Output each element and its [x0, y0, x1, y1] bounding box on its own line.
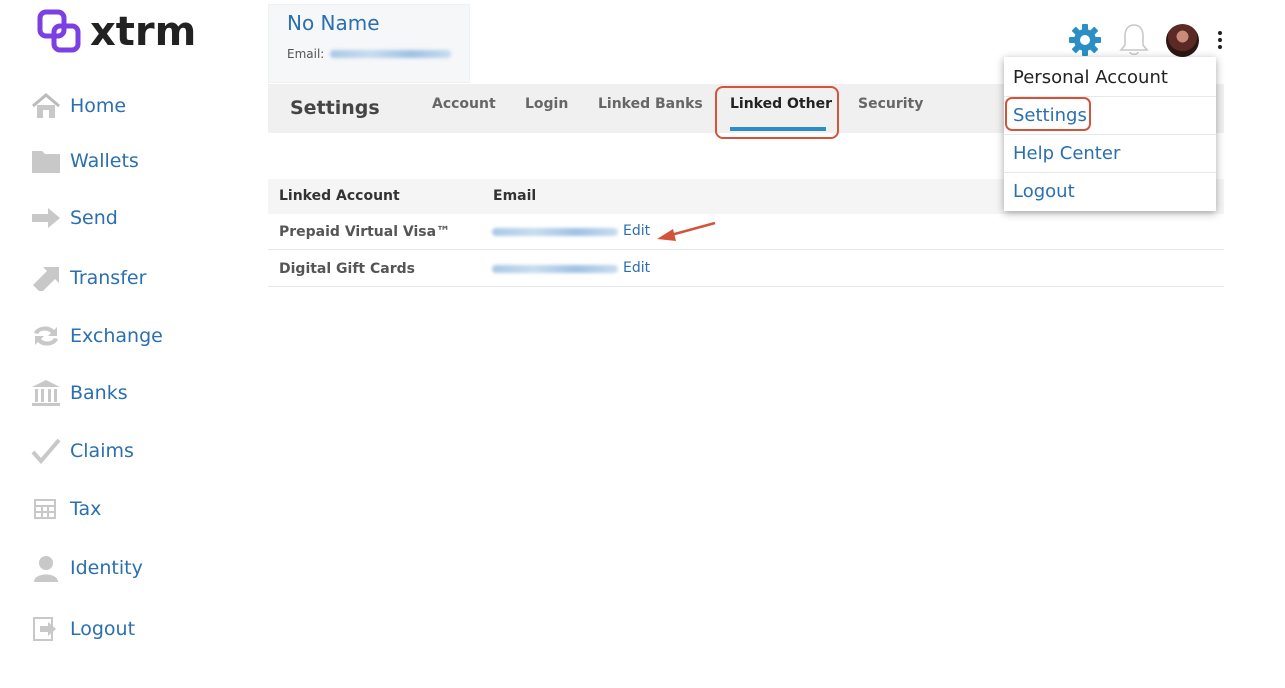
profile-name: No Name — [287, 11, 380, 35]
transfer-icon — [30, 262, 62, 294]
person-icon — [30, 552, 62, 584]
home-icon — [30, 90, 62, 122]
exchange-icon — [30, 320, 62, 352]
bell-icon[interactable] — [1118, 22, 1150, 58]
linked-account-name: Prepaid Virtual Visa™ — [279, 224, 451, 240]
xtrm-logo-icon — [37, 9, 81, 53]
linked-account-name: Digital Gift Cards — [279, 261, 415, 277]
sidebar-item-label: Home — [70, 95, 127, 117]
sidebar-item-logout[interactable]: Logout — [30, 611, 135, 647]
sidebar-item-label: Exchange — [70, 325, 163, 347]
table-row: Prepaid Virtual Visa™ Edit — [268, 214, 1224, 250]
tax-icon — [30, 493, 62, 525]
checkmark-icon — [30, 435, 62, 467]
menu-item-personal-account[interactable]: Personal Account — [1004, 58, 1216, 96]
profile-card: No Name Email: — [268, 4, 470, 83]
gear-icon[interactable] — [1067, 22, 1103, 58]
profile-email: Email: — [287, 47, 451, 61]
sidebar-item-label: Transfer — [70, 267, 147, 289]
sidebar-item-send[interactable]: Send — [30, 200, 118, 236]
folder-icon — [30, 145, 62, 177]
app-logo[interactable]: xtrm — [36, 8, 196, 56]
column-header-linked-account: Linked Account — [279, 188, 400, 204]
sidebar-item-identity[interactable]: Identity — [30, 550, 143, 586]
sidebar-item-label: Wallets — [70, 150, 139, 172]
menu-item-help-center[interactable]: Help Center — [1004, 134, 1216, 172]
blurred-email — [492, 265, 618, 273]
blurred-email — [330, 50, 451, 58]
tab-account[interactable]: Account — [432, 96, 496, 112]
sidebar-item-label: Tax — [70, 498, 102, 520]
column-header-email: Email — [493, 188, 537, 204]
sidebar-item-wallets[interactable]: Wallets — [30, 143, 139, 179]
blurred-email — [492, 228, 618, 236]
sidebar-item-transfer[interactable]: Transfer — [30, 260, 146, 296]
sidebar-item-tax[interactable]: Tax — [30, 491, 101, 527]
sidebar-item-banks[interactable]: Banks — [30, 375, 128, 411]
arrow-right-icon — [30, 202, 62, 234]
sidebar-item-label: Claims — [70, 440, 134, 462]
menu-highlight-box — [1005, 97, 1091, 131]
bank-icon — [30, 377, 62, 409]
profile-email-label: Email: — [287, 47, 325, 61]
menu-item-logout[interactable]: Logout — [1004, 172, 1216, 210]
annotation-arrow-icon — [657, 221, 716, 241]
more-menu-icon[interactable] — [1212, 27, 1228, 53]
sidebar-item-label: Send — [70, 207, 118, 229]
sidebar-item-label: Identity — [70, 557, 143, 579]
logout-icon — [30, 613, 62, 645]
logo-text: xtrm — [90, 9, 197, 55]
sidebar-item-home[interactable]: Home — [30, 88, 126, 124]
tab-highlight-box — [715, 86, 839, 139]
edit-link[interactable]: Edit — [623, 260, 650, 276]
edit-link[interactable]: Edit — [623, 223, 650, 239]
tab-linked-banks[interactable]: Linked Banks — [598, 96, 703, 112]
account-dropdown-menu: Personal Account Settings Help Center Lo… — [1004, 57, 1216, 211]
sidebar-item-claims[interactable]: Claims — [30, 433, 134, 469]
tab-login[interactable]: Login — [525, 96, 568, 112]
sidebar-item-exchange[interactable]: Exchange — [30, 318, 163, 354]
avatar[interactable] — [1166, 24, 1199, 57]
table-row: Digital Gift Cards Edit — [268, 251, 1224, 287]
page-title: Settings — [290, 97, 380, 119]
sidebar-item-label: Logout — [70, 618, 136, 640]
tab-security[interactable]: Security — [858, 96, 923, 112]
sidebar-item-label: Banks — [70, 382, 128, 404]
